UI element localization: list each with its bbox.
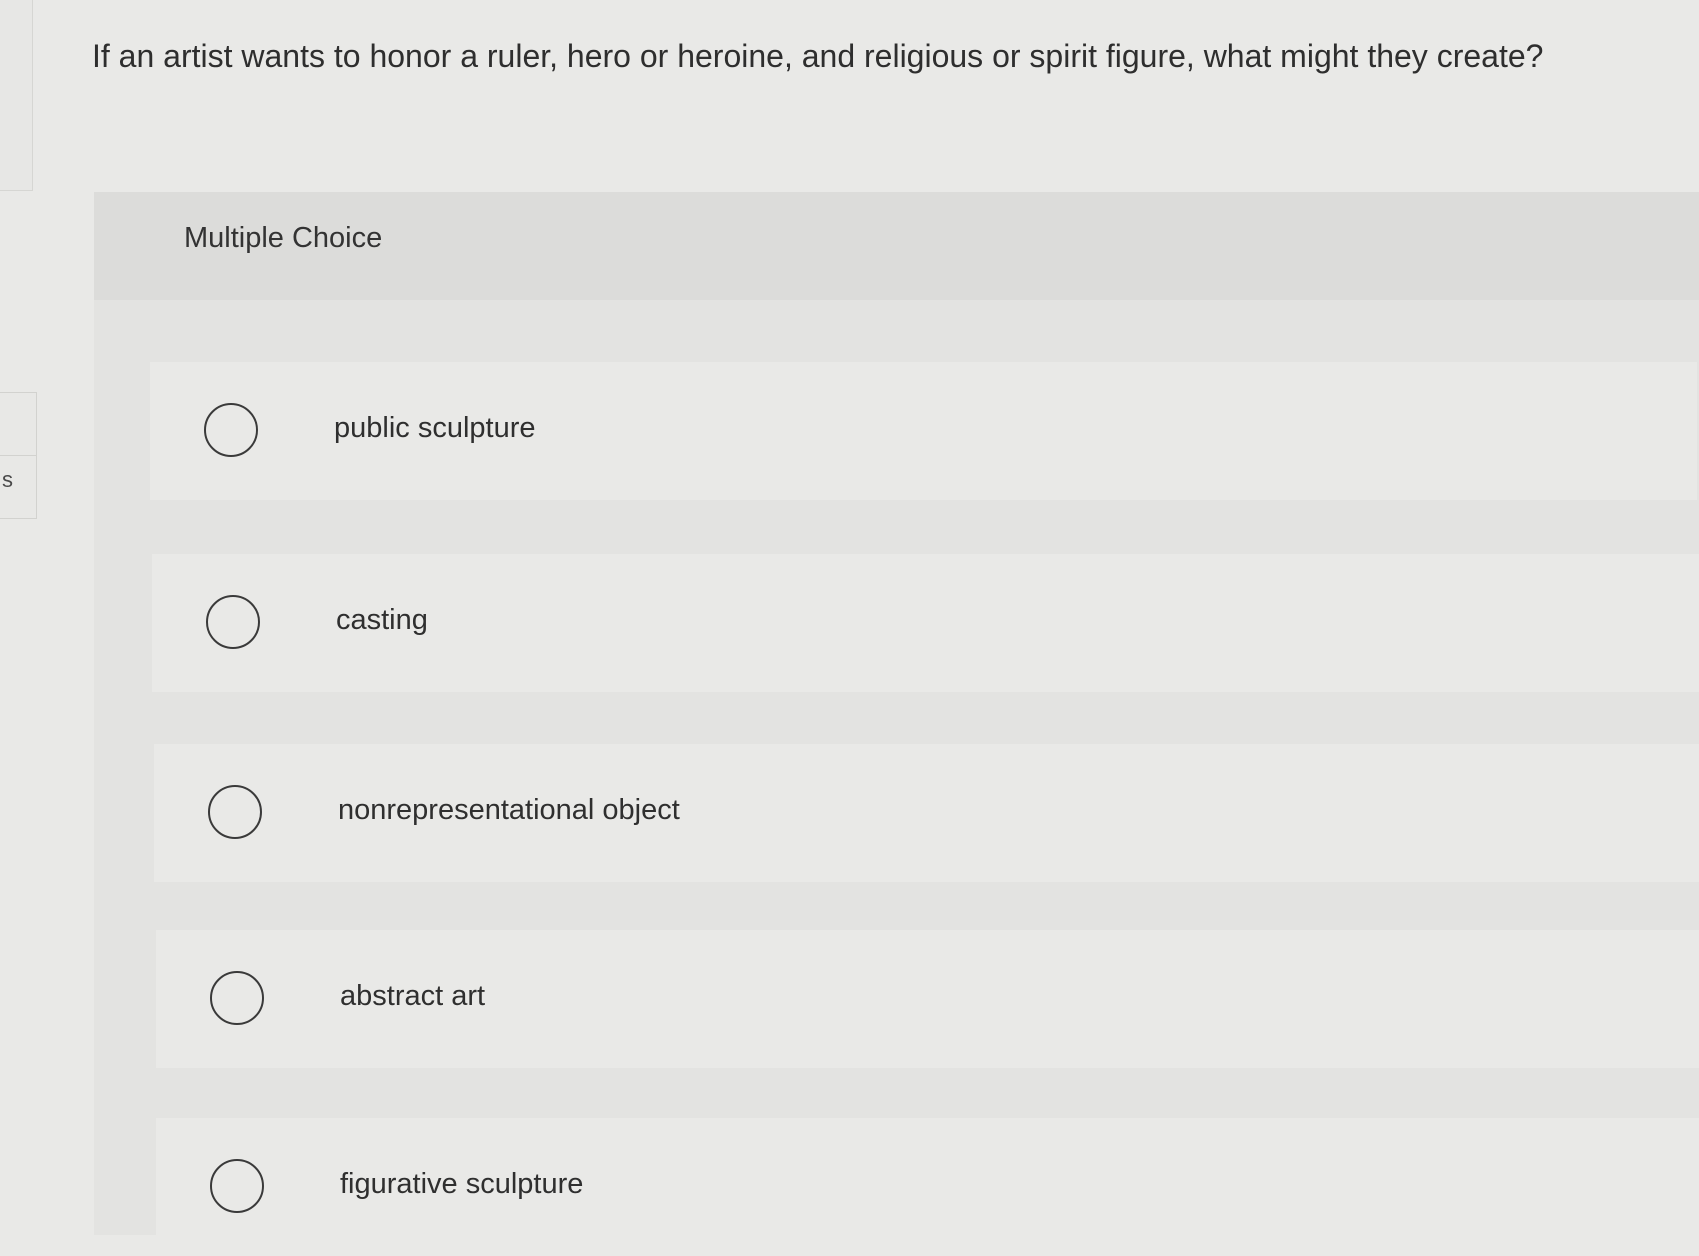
radio-button-icon[interactable] (208, 785, 262, 839)
radio-button-icon[interactable] (206, 595, 260, 649)
radio-button-icon[interactable] (210, 971, 264, 1025)
radio-button-icon[interactable] (204, 403, 258, 457)
answer-options-list: public sculpture casting nonrepresentati… (94, 300, 1699, 1256)
left-side-panel-edge (0, 0, 33, 191)
answer-option-nonrepresentational-object[interactable]: nonrepresentational object (154, 744, 1699, 882)
multiple-choice-header: Multiple Choice (94, 192, 1699, 300)
answer-option-figurative-sculpture[interactable]: figurative sculpture (156, 1118, 1699, 1256)
radio-button-icon[interactable] (210, 1159, 264, 1213)
side-navigation-tab[interactable]: s (0, 392, 37, 519)
question-text: If an artist wants to honor a ruler, her… (92, 38, 1544, 74)
answer-option-label: casting (336, 604, 428, 636)
multiple-choice-panel: Multiple Choice public sculpture casting… (94, 192, 1699, 1256)
multiple-choice-label: Multiple Choice (184, 222, 383, 254)
answer-option-label: nonrepresentational object (338, 794, 680, 826)
answer-option-public-sculpture[interactable]: public sculpture (150, 362, 1697, 500)
answer-option-label: figurative sculpture (340, 1168, 584, 1200)
answer-option-abstract-art[interactable]: abstract art (156, 930, 1699, 1068)
answer-option-casting[interactable]: casting (152, 554, 1699, 692)
answer-option-label: public sculpture (334, 412, 536, 444)
side-tab-label: s (2, 467, 13, 492)
answer-option-label: abstract art (340, 980, 486, 1012)
side-tab-divider (0, 455, 36, 456)
